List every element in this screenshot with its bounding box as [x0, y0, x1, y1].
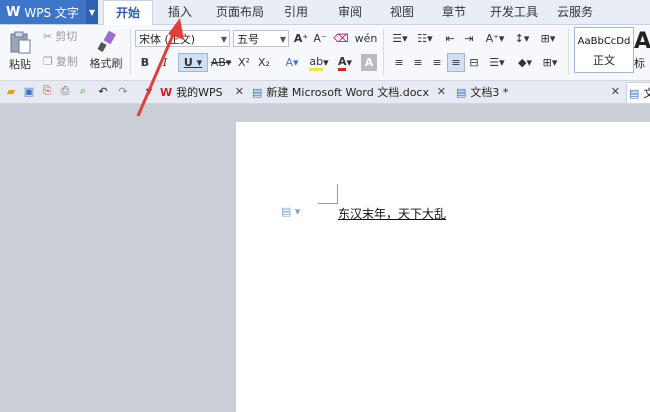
paragraph-handle-icon[interactable]: ▤ ▾: [281, 205, 300, 218]
close-icon[interactable]: ✕: [235, 85, 244, 98]
style-heading[interactable]: A 标: [634, 27, 650, 73]
align-left-icon[interactable]: ≡: [391, 54, 407, 71]
copy-icon: ❐: [43, 54, 53, 68]
chevron-down-icon: ▼: [279, 35, 286, 44]
tab-label: 文: [643, 87, 650, 100]
font-size-value: 五号: [237, 33, 259, 46]
open-folder-icon[interactable]: ▰: [4, 84, 18, 98]
tab-document-3[interactable]: ▤ 文档3 * ✕: [456, 82, 624, 102]
format-painter-button[interactable]: 格式刷: [88, 27, 124, 75]
app-name: WPS 文字: [24, 5, 79, 20]
document-body-text[interactable]: 东汉末年，天下大乱: [338, 205, 446, 222]
style-heading-name: 标: [634, 57, 645, 70]
tab-chapter[interactable]: 章节: [434, 0, 474, 24]
style-heading-sample: A: [634, 29, 650, 54]
sort-icon[interactable]: ↕▾: [512, 30, 532, 47]
copy-label: 复制: [55, 55, 78, 68]
watermark-url: zhinan.sogou.com: [471, 362, 615, 378]
sogou-watermark: S 搜狗指南 zhinan.sogou.com: [467, 310, 642, 390]
scissors-icon: ✂: [43, 29, 53, 43]
document-icon: ▤: [629, 86, 640, 100]
distribute-icon[interactable]: ⊟: [466, 54, 482, 71]
strikethrough-icon[interactable]: AB▾: [208, 54, 234, 71]
chevron-down-icon[interactable]: ▼: [86, 0, 98, 24]
font-color-icon[interactable]: A ▾: [334, 54, 356, 71]
tab-label: 新建 Microsoft Word 文档.docx: [266, 86, 429, 99]
change-case-icon[interactable]: A⁺▾: [484, 30, 506, 47]
paste-label: 粘贴: [9, 58, 31, 71]
undo-icon[interactable]: ↶: [96, 84, 110, 98]
document-icon: ▤: [456, 85, 467, 99]
print-icon[interactable]: ⎙: [58, 84, 72, 98]
style-sample: AaBbCcDd: [577, 36, 631, 47]
paste-button[interactable]: 粘贴: [4, 27, 36, 75]
divider: [383, 29, 384, 75]
divider: [568, 29, 569, 75]
tab-label: 文档3 *: [470, 86, 509, 99]
shrink-font-icon[interactable]: A⁻: [312, 30, 328, 47]
subscript-icon[interactable]: X₂: [256, 54, 272, 71]
pdf-export-icon[interactable]: ⎘: [40, 84, 54, 98]
margin-mark: [337, 184, 338, 204]
tab-references[interactable]: 引用: [276, 0, 316, 24]
superscript-icon[interactable]: X²: [236, 54, 252, 71]
align-right-icon[interactable]: ≡: [429, 54, 445, 71]
menu-bar: W WPS 文字 ▼ 开始 插入 页面布局 引用 审阅 视图 章节 开发工具 云…: [0, 0, 650, 26]
char-shading-icon[interactable]: A: [361, 54, 377, 71]
tab-page-layout[interactable]: 页面布局: [210, 0, 270, 24]
font-size-select[interactable]: 五号 ▼: [233, 30, 289, 47]
tab-document-docx[interactable]: ▤ 新建 Microsoft Word 文档.docx ✕: [252, 82, 450, 102]
line-spacing-icon[interactable]: ☰▾: [486, 54, 508, 71]
sogou-logo-icon: S: [473, 314, 511, 352]
tab-developer[interactable]: 开发工具: [484, 0, 544, 24]
clipboard-icon: [10, 31, 31, 54]
paintbrush-icon: [97, 31, 116, 52]
bullet-list-icon[interactable]: ☰▾: [389, 30, 411, 47]
watermark-brand: 搜狗指南: [519, 322, 628, 352]
cut-label: 剪切: [55, 30, 78, 43]
ribbon-toolbar: 粘贴 ✂ 剪切 ❐ 复制 格式刷 宋体 (正文) ▼ 五号 ▼ A⁺ A⁻ ⌫ …: [0, 25, 650, 81]
annotation-arrow-icon: [136, 18, 184, 117]
style-normal[interactable]: AaBbCcDd 正文: [574, 27, 634, 73]
save-icon[interactable]: ▣: [22, 84, 36, 98]
grow-font-icon[interactable]: A⁺: [293, 30, 309, 47]
borders-icon[interactable]: ⊞▾: [540, 54, 560, 71]
close-icon[interactable]: ✕: [437, 85, 446, 98]
cut-button[interactable]: ✂ 剪切: [43, 28, 85, 44]
increase-indent-icon[interactable]: ⇥: [461, 30, 477, 47]
print-preview-icon[interactable]: ⌕: [76, 84, 90, 98]
tab-view[interactable]: 视图: [382, 0, 422, 24]
shading-icon[interactable]: ◆▾: [514, 54, 536, 71]
clear-format-icon[interactable]: ⌫: [333, 30, 349, 47]
document-tab-bar: ▰ ▣ ⎘ ⎙ ⌕ ↶ ↷ ▼ W 我的WPS ✕ ▤ 新建 Microsoft…: [0, 81, 650, 104]
margin-mark: [318, 203, 338, 204]
wps-logo-icon: W: [6, 4, 21, 20]
highlight-icon[interactable]: ab ▾: [307, 54, 331, 71]
text-effect-icon[interactable]: A▾: [281, 54, 303, 71]
redo-icon[interactable]: ↷: [116, 84, 130, 98]
justify-icon[interactable]: ≡: [447, 53, 465, 72]
format-painter-label: 格式刷: [89, 57, 123, 70]
table-icon[interactable]: ⊞▾: [538, 30, 558, 47]
app-menu-button[interactable]: W WPS 文字 ▼: [0, 0, 98, 24]
copy-button[interactable]: ❐ 复制: [43, 53, 85, 69]
close-icon[interactable]: ✕: [611, 85, 620, 98]
style-name: 正文: [593, 54, 615, 67]
numbered-list-icon[interactable]: ☷▾: [414, 30, 436, 47]
tab-active-document[interactable]: ▤ 文: [626, 82, 650, 103]
align-center-icon[interactable]: ≡: [410, 54, 426, 71]
chevron-down-icon: ▼: [220, 35, 227, 44]
tab-cloud[interactable]: 云服务: [550, 0, 600, 24]
phonetic-guide-icon[interactable]: wén: [355, 30, 378, 47]
document-icon: ▤: [252, 85, 263, 99]
tab-review[interactable]: 审阅: [330, 0, 370, 24]
decrease-indent-icon[interactable]: ⇤: [442, 30, 458, 47]
